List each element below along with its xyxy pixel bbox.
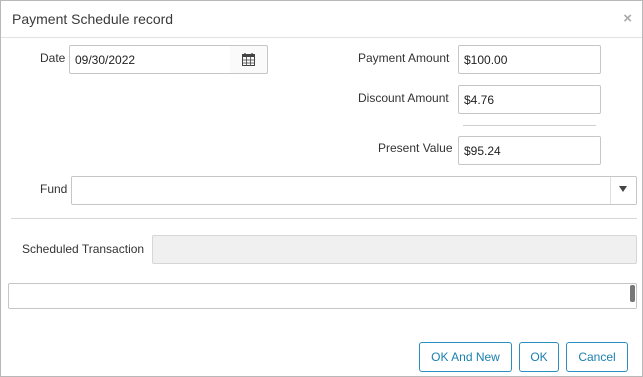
chevron-down-icon [619,186,627,192]
discount-amount-input[interactable]: $4.76 [458,85,601,114]
notes-input[interactable] [8,283,637,309]
ok-and-new-button[interactable]: OK And New [419,342,512,372]
close-icon[interactable]: × [623,10,632,27]
discount-amount-label: Discount Amount [358,91,449,105]
section-divider [11,218,637,219]
payment-schedule-dialog: Payment Schedule record × Date 09/30/202… [0,0,643,377]
payment-amount-label: Payment Amount [358,51,450,65]
present-value-label: Present Value [378,141,453,155]
fund-dropdown-toggle[interactable] [610,177,636,204]
payment-amount-input[interactable]: $100.00 [458,45,601,74]
dialog-titlebar: Payment Schedule record × [1,1,642,38]
fund-label: Fund [40,182,68,196]
cancel-button[interactable]: Cancel [566,342,628,372]
sum-divider [463,125,596,126]
date-picker-button[interactable] [230,45,268,74]
present-value-input[interactable]: $95.24 [458,136,601,165]
fund-select[interactable] [71,176,637,205]
scheduled-transaction-input [152,235,637,264]
date-input[interactable]: 09/30/2022 [69,45,231,74]
calendar-icon [242,53,255,66]
notes-scrollbar[interactable] [630,285,635,302]
ok-button[interactable]: OK [519,342,559,372]
dialog-title: Payment Schedule record [12,11,174,27]
scheduled-transaction-label: Scheduled Transaction [22,242,145,256]
date-label: Date [40,51,66,65]
